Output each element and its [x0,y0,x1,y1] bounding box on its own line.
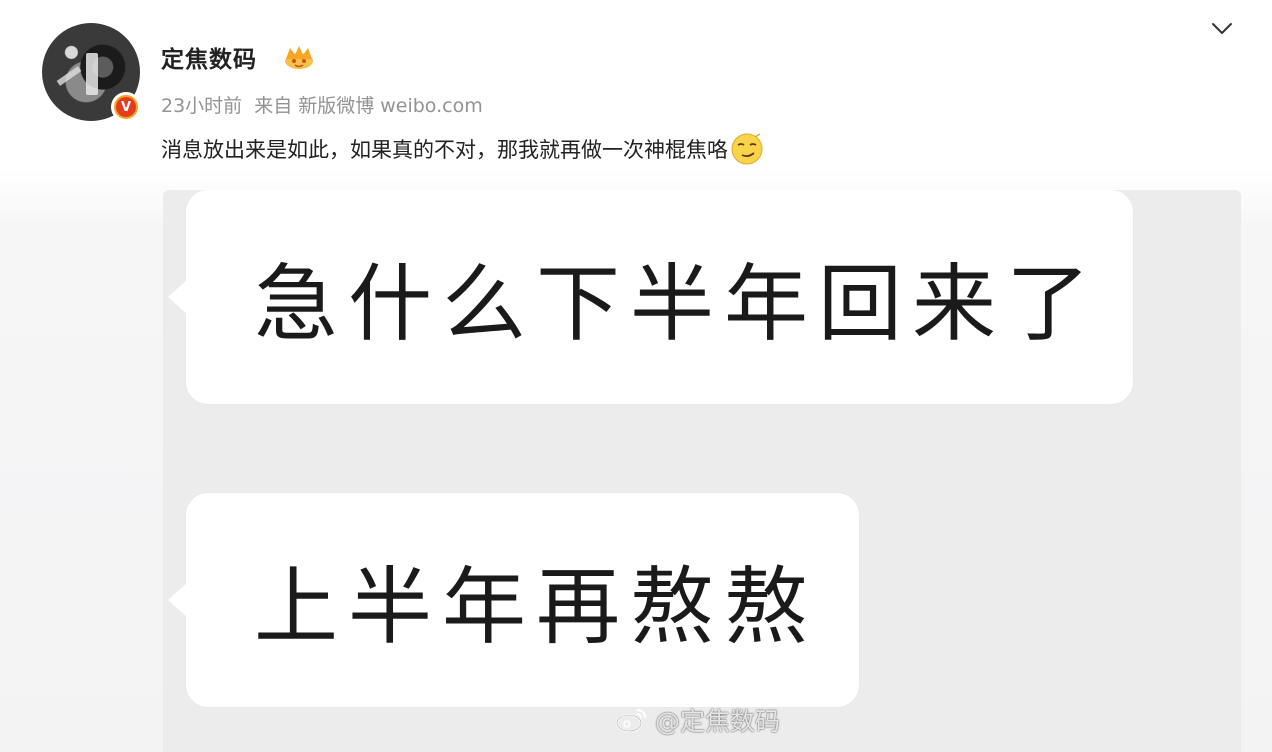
username[interactable]: 定焦数码 [161,40,257,74]
smirk-emoji-icon [731,133,763,165]
attached-image[interactable]: 急什么下半年回来了 上半年再熬熬 @定焦数码 [163,190,1241,752]
chat-bubble-2: 上半年再熬熬 [168,493,859,707]
chevron-down-icon[interactable] [1210,18,1234,38]
post-meta: 23小时前 来自 新版微博 weibo.com [161,91,483,118]
post-source: 新版微博 weibo.com [298,95,483,117]
image-watermark: @定焦数码 [615,702,780,738]
post-text-content: 消息放出来是如此，如果真的不对，那我就再做一次神棍焦咯 [161,138,728,162]
post-time[interactable]: 23小时前 [161,91,242,118]
avatar-camera-detail [86,53,98,95]
weibo-post: V 定焦数码 23小时前 来自 新版微博 weibo.com 消息放出来是如此，… [0,0,1272,752]
verified-v-mark: V [116,97,136,117]
post-text: 消息放出来是如此，如果真的不对，那我就再做一次神棍焦咯 [161,132,764,166]
chat-bubble-1: 急什么下半年回来了 [168,190,1133,404]
chat-bubble-2-text: 上半年再熬熬 [254,557,819,656]
weibo-logo-icon [616,709,646,732]
member-crown-icon[interactable] [282,43,316,71]
source-prefix: 来自 [254,95,293,117]
verified-v-icon: V [111,92,141,122]
watermark-text: @定焦数码 [655,707,781,736]
avatar-camera-strap [56,66,82,86]
chat-bubble-1-text: 急什么下半年回来了 [254,254,1101,353]
